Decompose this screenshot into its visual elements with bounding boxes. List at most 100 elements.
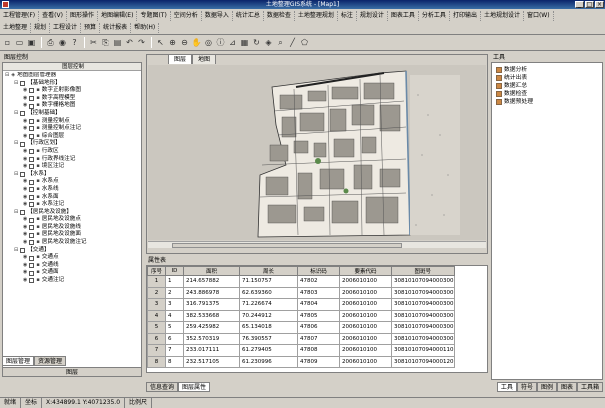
column-header[interactable]: 标识码 [297,266,340,276]
layer-icon[interactable]: ◈ [263,37,274,48]
menu-item[interactable]: 土地整理 [0,23,32,33]
menu-item[interactable]: 工程设计 [50,23,82,33]
tool-item[interactable]: 统计出表 [492,74,602,82]
layer-checkbox[interactable] [29,263,35,269]
table-cell[interactable]: 47805 [297,309,340,322]
layer-checkbox[interactable] [29,164,35,170]
layer-checkbox[interactable] [20,141,26,147]
layer-eye-icon[interactable]: ◉ [23,277,27,285]
layer-eye-icon[interactable]: ◉ [23,178,27,186]
table-row[interactable]: 3 3 316.791375 71.226674 47804 2006010100 3081… [147,298,455,311]
table-cell[interactable]: 2006010100 [339,332,392,345]
table-cell[interactable]: 233.017111 [183,344,240,357]
table-cell[interactable]: 243.886978 [183,286,240,299]
layer-eye-icon[interactable]: ◉ [23,102,27,110]
tab-right-0[interactable]: 工具 [496,382,517,392]
table-cell[interactable]: 3 [165,298,184,311]
tree-node-layer[interactable]: ◉ ▪ 水系面 [3,194,141,202]
tree-node-layer[interactable]: ◉ ▪ 水系点 [3,178,141,186]
table-cell[interactable]: 61.230996 [239,355,298,368]
table-cell[interactable]: 30810107094000300 [391,332,455,345]
table-row[interactable]: 5 5 259.425982 65.134018 47806 2006010100 3081… [147,321,455,334]
tree-node-layer[interactable]: ◉ ▪ 境区注记 [3,163,141,171]
measure-icon[interactable]: ⊿ [227,37,238,48]
column-header[interactable]: 周长 [239,266,298,276]
column-header[interactable]: 面积 [183,266,240,276]
open-folder-icon[interactable]: ▭ [14,37,25,48]
layer-checkbox[interactable] [29,134,35,140]
layer-checkbox[interactable] [20,209,26,215]
tab-right-3[interactable]: 图表 [556,382,577,392]
table-row[interactable]: 4 4 382.533668 70.244912 47805 2006010100 3081… [147,309,455,322]
table-cell[interactable]: 47802 [297,275,340,288]
column-header[interactable]: ID [165,266,184,276]
expand-toggle-icon[interactable]: ⊟ [14,110,18,118]
tab-right-1[interactable]: 符号 [516,382,537,392]
table-cell[interactable]: 30810107094000110 [391,344,455,357]
tab-resource-manage[interactable]: 资源管理 [34,356,67,366]
table-row[interactable]: 8 8 232.517105 61.230996 47809 2006010100 3081… [147,355,455,368]
layer-checkbox[interactable] [29,270,35,276]
table-row[interactable]: 7 7 233.017111 61.279405 47808 2006010100 3081… [147,344,455,357]
map-horizontal-scrollbar[interactable] [148,241,486,248]
left-bottom-tab[interactable]: 图层 [2,367,142,377]
tool-item[interactable]: 数据预处理 [492,98,602,106]
table-cell[interactable]: 61.279405 [239,344,298,357]
expand-toggle-icon[interactable]: ⊟ [14,247,18,255]
pan-hand-icon[interactable]: ✋ [191,37,202,48]
column-header[interactable]: 序号 [147,266,166,276]
menu-item[interactable]: 标注 [338,11,357,21]
table-cell[interactable]: 6 [165,332,184,345]
print-icon[interactable]: ⎙ [45,37,56,48]
copy-icon[interactable]: ⎘ [100,37,111,48]
layer-eye-icon[interactable]: ◉ [23,156,27,164]
tree-node-layer[interactable]: ◉ ▪ 居民地及设施面 [3,231,141,239]
table-cell[interactable]: 47809 [297,355,340,368]
table-cell[interactable]: 47808 [297,344,340,357]
layer-checkbox[interactable] [29,126,35,132]
layer-checkbox[interactable] [29,278,35,284]
table-cell[interactable]: 47804 [297,298,340,311]
map-canvas[interactable] [148,65,486,240]
identify-icon[interactable]: ⓘ [215,37,226,48]
table-cell[interactable]: 4 [165,309,184,322]
layer-checkbox[interactable] [29,217,35,223]
cut-icon[interactable]: ✂ [88,37,99,48]
layer-checkbox[interactable] [29,187,35,193]
menu-item[interactable]: 规划设计 [357,11,388,21]
table-icon[interactable]: ▦ [239,37,250,48]
table-cell[interactable]: 30810107094000300 [391,286,455,299]
table-row[interactable]: 1 1 214.657882 71.150757 47802 2006010100 3081… [147,275,455,288]
select-arrow-icon[interactable]: ↖ [155,37,166,48]
tool-item[interactable]: 数据分析 [492,66,602,74]
layer-checkbox[interactable] [29,88,35,94]
menu-item[interactable]: 窗口(W) [524,11,554,21]
expand-toggle-icon[interactable]: ⊟ [14,140,18,148]
expand-toggle-icon[interactable]: ⊟ [14,80,18,88]
tree-node-layer[interactable]: ◉ ▪ 水系注记 [3,201,141,209]
new-file-icon[interactable]: ▫ [2,37,13,48]
layer-eye-icon[interactable]: ◉ [23,95,27,103]
layer-eye-icon[interactable]: ◉ [23,216,27,224]
zoom-out-icon[interactable]: ⊖ [179,37,190,48]
table-cell[interactable]: 65.134018 [239,321,298,334]
layer-checkbox[interactable] [29,103,35,109]
layer-eye-icon[interactable]: ◉ [23,125,27,133]
tree-node-group[interactable]: ⊟ 【交通】 [3,247,141,255]
paste-icon[interactable]: ▤ [112,37,123,48]
tree-node-group[interactable]: ⊟ 【行政区划】 [3,140,141,148]
menu-item[interactable]: 规划 [31,23,51,33]
table-cell[interactable]: 2006010100 [339,275,392,288]
table-cell[interactable]: 2006010100 [339,309,392,322]
polygon-icon[interactable]: ⬠ [299,37,310,48]
layer-checkbox[interactable] [29,156,35,162]
menu-item[interactable]: 分析工具 [419,11,450,21]
redo-icon[interactable]: ↷ [136,37,147,48]
expand-toggle-icon[interactable]: ⊟ [14,209,18,217]
layer-eye-icon[interactable]: ◉ [23,118,27,126]
tab-map-layout[interactable]: 地图 [192,54,217,64]
layer-checkbox[interactable] [20,247,26,253]
full-extent-icon[interactable]: ◎ [203,37,214,48]
tree-node-layer[interactable]: ◉ ▪ 交通点 [3,254,141,262]
layer-eye-icon[interactable]: ◉ [23,224,27,232]
